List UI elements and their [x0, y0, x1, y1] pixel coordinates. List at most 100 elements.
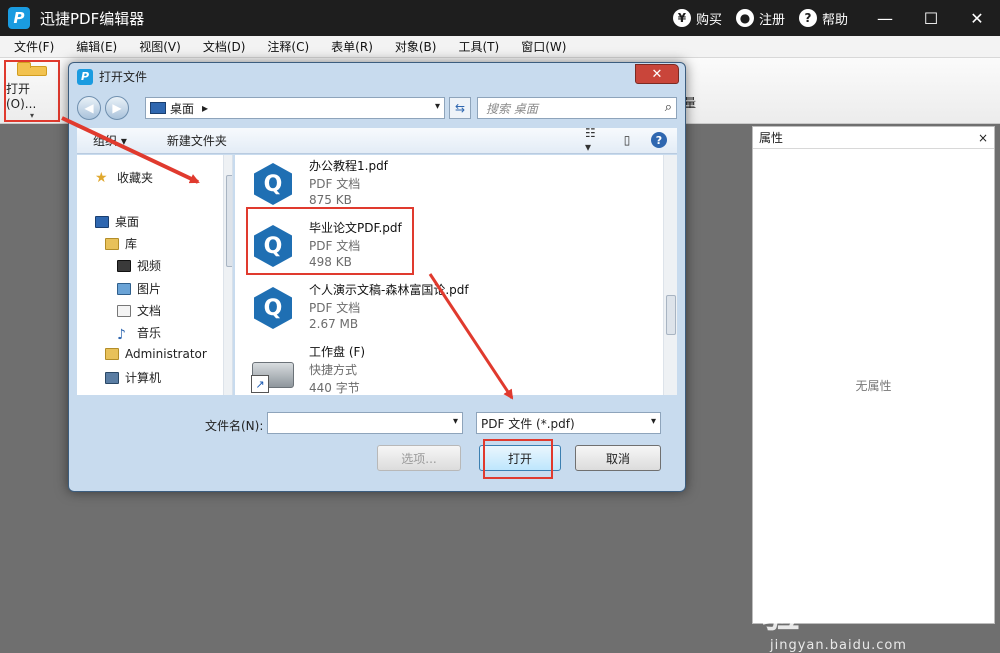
command-bar: 组织 ▾ 新建文件夹 ☷ ▾ ▯ ?	[77, 126, 677, 154]
dialog-close-button[interactable]: ✕	[635, 64, 679, 84]
back-button[interactable]: ◀	[77, 96, 101, 120]
file-list: Q 办公教程1.pdf PDF 文档 875 KB Q 毕业论文PDF.pdf …	[235, 155, 677, 395]
filename-input[interactable]: ▾	[267, 412, 463, 434]
help-circle-icon: ?	[798, 9, 817, 27]
menu-view[interactable]: 视图(V)	[125, 38, 189, 55]
nav-library[interactable]: 库	[105, 235, 137, 252]
new-folder-button[interactable]: 新建文件夹	[167, 132, 227, 149]
pdf-q-icon: Q	[254, 163, 292, 205]
filetype-dropdown-icon[interactable]: ▾	[651, 416, 656, 427]
nav-scroll-thumb[interactable]	[226, 175, 232, 267]
forward-button[interactable]: ▶	[105, 96, 129, 120]
nav-documents[interactable]: 文档	[117, 302, 161, 319]
computer-icon	[105, 371, 119, 384]
filetype-select[interactable]: PDF 文件 (*.pdf) ▾	[476, 412, 661, 434]
nav-scrollbar[interactable]	[223, 155, 232, 395]
shortcut-arrow-icon: ↗	[251, 375, 269, 393]
video-icon	[117, 259, 131, 272]
file-item-work-drive[interactable]: ↗ 工作盘 (F) 快捷方式 440 字节	[251, 343, 631, 395]
nav-favorites[interactable]: ★ 收藏夹	[95, 169, 153, 186]
open-file-dialog: P 打开文件 ✕ ◀ ▶ 桌面 ▸ ▾ ⇆ 搜索 桌面 ⌕ 组织 ▾ 新建文件夹…	[68, 62, 686, 492]
file-size: 440 字节	[309, 381, 360, 395]
baidu-watermark: Bai du 经验 jingyan.baidu.com	[762, 528, 987, 653]
nav-music-label: 音乐	[137, 326, 162, 340]
address-bar[interactable]: 桌面 ▸ ▾	[145, 97, 445, 119]
menu-comment[interactable]: 注释(C)	[253, 38, 317, 55]
nav-desktop[interactable]: 桌面	[95, 213, 139, 230]
nav-videos[interactable]: 视频	[117, 257, 161, 274]
nav-computer-label: 计算机	[125, 371, 162, 385]
nav-pictures[interactable]: 图片	[117, 280, 161, 297]
close-window-button[interactable]: ✕	[954, 0, 1000, 36]
filetype-value: PDF 文件 (*.pdf)	[481, 416, 575, 431]
app-logo-icon: P	[8, 7, 30, 29]
organize-button[interactable]: 组织 ▾	[93, 132, 127, 149]
menu-edit[interactable]: 编辑(E)	[62, 38, 125, 55]
file-type: PDF 文档	[309, 301, 361, 315]
maximize-button[interactable]: ☐	[908, 0, 954, 36]
dialog-help-icon[interactable]: ?	[651, 132, 667, 148]
address-row: ◀ ▶ 桌面 ▸ ▾ ⇆ 搜索 桌面 ⌕	[77, 94, 677, 122]
user-icon: ●	[735, 9, 754, 27]
open-file-label: 打开(O)...	[6, 82, 37, 111]
address-text: 桌面	[170, 101, 195, 116]
file-item-presentation[interactable]: Q 个人演示文稿-森林富国论.pdf PDF 文档 2.67 MB	[251, 281, 631, 339]
breadcrumb-arrow-icon[interactable]: ▸	[202, 101, 208, 115]
thesis-highlight-box	[246, 207, 414, 275]
nav-desktop-label: 桌面	[115, 215, 140, 229]
help-link[interactable]: ? 帮助	[798, 9, 848, 28]
file-type: PDF 文档	[309, 177, 361, 191]
watermark-sub: jingyan.baidu.com	[770, 638, 907, 653]
properties-close-icon[interactable]: ×	[978, 131, 988, 145]
dialog-logo-icon: P	[77, 68, 93, 85]
file-size: 875 KB	[309, 193, 352, 207]
minimize-button[interactable]: —	[862, 0, 908, 36]
picture-icon	[117, 282, 131, 295]
search-icon[interactable]: ⌕	[665, 100, 672, 115]
desktop-icon	[95, 215, 109, 228]
nav-pictures-label: 图片	[137, 282, 162, 296]
options-button[interactable]: 选项...	[377, 445, 461, 471]
search-input[interactable]: 搜索 桌面 ⌕	[477, 97, 677, 119]
address-dropdown-icon[interactable]: ▾	[435, 101, 440, 112]
chevron-down-icon[interactable]: ▾	[30, 111, 34, 120]
navigation-pane: ★ 收藏夹 桌面 库 视频 图片 文档 ♪ 音乐 Administrator 计…	[77, 155, 233, 395]
nav-computer[interactable]: 计算机	[105, 369, 161, 386]
search-placeholder: 搜索 桌面	[486, 101, 538, 116]
properties-empty-text: 无属性	[855, 379, 892, 393]
nav-library-label: 库	[125, 237, 138, 251]
nav-documents-label: 文档	[137, 304, 162, 318]
menu-tools[interactable]: 工具(T)	[444, 38, 507, 55]
properties-title: 属性	[759, 131, 784, 145]
file-type: 快捷方式	[309, 363, 358, 377]
menu-window[interactable]: 窗口(W)	[507, 38, 574, 55]
file-scrollbar[interactable]	[663, 155, 677, 395]
nav-administrator[interactable]: Administrator	[105, 347, 207, 361]
open-button-highlight-box	[483, 439, 553, 479]
cancel-button[interactable]: 取消	[575, 445, 661, 471]
nav-videos-label: 视频	[137, 259, 162, 273]
menu-file[interactable]: 文件(F)	[0, 38, 62, 55]
register-link[interactable]: ● 注册	[735, 9, 785, 28]
filename-dropdown-icon[interactable]: ▾	[453, 416, 458, 427]
user-folder-icon	[105, 348, 119, 360]
menu-bar: 文件(F) 编辑(E) 视图(V) 文档(D) 注释(C) 表单(R) 对象(B…	[0, 36, 1000, 58]
refresh-button[interactable]: ⇆	[449, 97, 471, 119]
preview-pane-icon[interactable]: ▯	[617, 131, 637, 149]
menu-object[interactable]: 对象(B)	[381, 38, 445, 55]
open-file-button[interactable]: 打开(O)... ▾	[4, 60, 60, 122]
file-name: 工作盘 (F)	[309, 345, 366, 359]
file-scroll-thumb[interactable]	[666, 295, 676, 335]
drive-shortcut-icon: ↗	[251, 362, 294, 393]
music-icon: ♪	[117, 326, 126, 343]
menu-form[interactable]: 表单(R)	[317, 38, 381, 55]
nav-favorites-label: 收藏夹	[117, 171, 154, 185]
desktop-icon	[150, 102, 166, 114]
buy-link[interactable]: ¥ 购买	[672, 9, 722, 28]
nav-music[interactable]: ♪ 音乐	[117, 324, 162, 343]
file-name: 个人演示文稿-森林富国论.pdf	[309, 283, 469, 297]
view-options-icon[interactable]: ☷ ▾	[585, 126, 605, 154]
menu-document[interactable]: 文档(D)	[189, 38, 254, 55]
dialog-title: 打开文件	[99, 70, 148, 84]
buy-label: 购买	[695, 12, 722, 28]
